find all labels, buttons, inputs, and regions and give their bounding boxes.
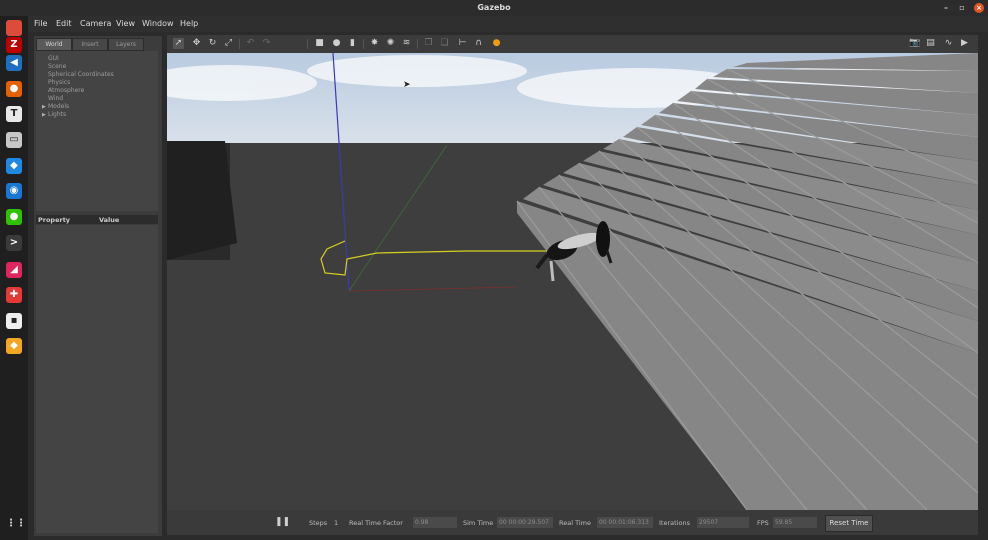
tree-item-models[interactable]: Models [48, 103, 69, 110]
property-column-header: Property [38, 216, 71, 224]
terminal-icon[interactable]: > [6, 235, 22, 251]
real-time-value: 00 00:01:06.313 [597, 517, 653, 528]
firefox-icon[interactable]: ● [6, 81, 22, 97]
undo-icon[interactable]: ↶ [245, 38, 256, 49]
xmind-icon[interactable]: ◢ [6, 262, 22, 278]
mouse-cursor-icon: ➤ [403, 80, 411, 90]
left-panel: World Insert Layers GUI Scene Spherical … [33, 35, 163, 537]
tree-item-wind[interactable]: Wind [48, 95, 63, 102]
sim-time-value: 00 00:00:29.507 [497, 517, 553, 528]
tab-layers[interactable]: Layers [108, 38, 144, 51]
toolbar-separator [307, 39, 308, 49]
chrome-icon[interactable] [6, 20, 22, 36]
plot-icon[interactable]: ∿ [943, 38, 954, 49]
vscode-icon[interactable]: ◀ [6, 55, 22, 71]
notes-icon[interactable]: ▪ [6, 313, 22, 329]
tree-item-scene[interactable]: Scene [48, 63, 66, 70]
title-bar: Gazebo – ▫ × [0, 0, 988, 16]
snap-icon[interactable]: ∩ [473, 38, 484, 49]
expand-arrow-icon[interactable]: ▶ [42, 112, 46, 118]
menu-bar: File Edit Camera View Window Help [28, 16, 988, 32]
real-time-label: Real Time [559, 519, 591, 527]
real-time-factor-label: Real Time Factor [349, 519, 403, 527]
translate-icon[interactable]: ✥ [191, 38, 202, 49]
tab-world[interactable]: World [36, 38, 72, 51]
menu-help[interactable]: Help [180, 19, 198, 28]
value-column-header: Value [99, 216, 120, 224]
screenshot-icon[interactable]: 📷 [909, 38, 920, 49]
pause-button[interactable]: ❚❚ [275, 517, 290, 527]
fps-value: 59.85 [773, 517, 817, 528]
tree-item-atmosphere[interactable]: Atmosphere [48, 87, 84, 94]
cylinder-icon[interactable]: ▮ [347, 38, 358, 49]
tree-item-lights[interactable]: Lights [48, 111, 66, 118]
scene-viewport[interactable]: ➤ [167, 53, 978, 510]
application-dock: Z ◀ ● T ▭ ◆ ◉ ● > ◢ ✚ ▪ ◆ ⋮⋮ [0, 16, 28, 540]
toolbar-separator [363, 39, 364, 49]
iterations-value: 29507 [697, 517, 749, 528]
toolbar-separator [239, 39, 240, 49]
window-title: Gazebo [477, 3, 511, 12]
steps-value[interactable]: 1 [334, 519, 338, 527]
remote-icon[interactable]: ◆ [6, 158, 22, 174]
iterations-label: Iterations [659, 519, 690, 527]
tree-item-spherical-coordinates[interactable]: Spherical Coordinates [48, 71, 114, 78]
box-icon[interactable]: ■ [314, 38, 325, 49]
thunderbird-icon[interactable]: ◉ [6, 183, 22, 199]
tree-item-gui[interactable]: GUI [48, 55, 59, 62]
menu-camera[interactable]: Camera [80, 19, 111, 28]
toolbar-separator [417, 39, 418, 49]
pycharm-icon[interactable]: ✚ [6, 287, 22, 303]
record-icon[interactable]: ▶ [959, 38, 970, 49]
expand-arrow-icon[interactable]: ▶ [42, 104, 46, 110]
paste-icon[interactable]: ❏ [439, 38, 450, 49]
tree-item-physics[interactable]: Physics [48, 79, 70, 86]
copy-icon[interactable]: ❐ [423, 38, 434, 49]
simulation-status-bar: ❚❚ Steps 1 Real Time Factor 0.98 Sim Tim… [167, 510, 978, 535]
gazebo-icon[interactable]: ◆ [6, 338, 22, 354]
tab-insert[interactable]: Insert [72, 38, 108, 51]
log-icon[interactable]: ▤ [925, 38, 936, 49]
align-icon[interactable]: ⊢ [457, 38, 468, 49]
app-grid-icon[interactable]: ⋮⋮ [6, 516, 26, 532]
menu-file[interactable]: File [34, 19, 47, 28]
properties-panel [36, 225, 158, 533]
sim-time-label: Sim Time [463, 519, 494, 527]
directional-light-icon[interactable]: ≋ [401, 38, 412, 49]
point-light-icon[interactable]: ✸ [369, 38, 380, 49]
maximize-button[interactable]: ▫ [957, 3, 967, 13]
joint-icon[interactable]: ● [491, 38, 502, 49]
spot-light-icon[interactable]: ✺ [385, 38, 396, 49]
dark-box-side [167, 141, 237, 260]
world-tree: GUI Scene Spherical Coordinates Physics … [36, 51, 158, 211]
files-icon[interactable]: ▭ [6, 132, 22, 148]
menu-edit[interactable]: Edit [56, 19, 72, 28]
typora-icon[interactable]: T [6, 106, 22, 122]
sphere-icon[interactable]: ● [331, 38, 342, 49]
toolbar: ➚ ✥ ↻ ⤢ ↶ ↷ ■ ● ▮ ✸ ✺ ≋ ❐ ❏ ⊢ ∩ ● 📷 ▤ ∿ … [167, 35, 978, 53]
redo-icon[interactable]: ↷ [261, 38, 272, 49]
minimize-button[interactable]: – [941, 3, 951, 13]
steps-label: Steps [309, 519, 328, 527]
filezilla-icon[interactable]: Z [6, 37, 22, 53]
properties-header: Property Value [36, 215, 158, 224]
close-button[interactable]: × [974, 3, 984, 13]
fps-label: FPS [757, 519, 769, 527]
real-time-factor-value: 0.98 [413, 517, 457, 528]
menu-window[interactable]: Window [142, 19, 174, 28]
scale-icon[interactable]: ⤢ [223, 38, 234, 49]
menu-view[interactable]: View [116, 19, 135, 28]
reset-time-button[interactable]: Reset Time [825, 515, 873, 532]
select-arrow-icon[interactable]: ➚ [173, 38, 184, 49]
wechat-icon[interactable]: ● [6, 209, 22, 225]
rotate-icon[interactable]: ↻ [207, 38, 218, 49]
